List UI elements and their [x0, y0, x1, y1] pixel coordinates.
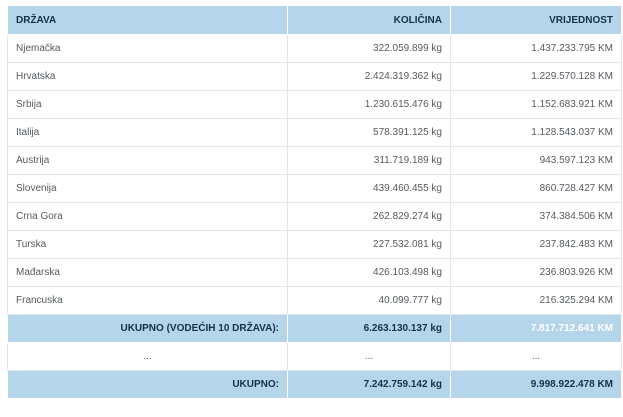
- total-quantity: 7.242.759.142 kg: [287, 370, 451, 399]
- cell-country: Mađarska: [7, 258, 288, 287]
- header-country[interactable]: DRŽAVA: [7, 5, 288, 35]
- cell-country: Srbija: [7, 90, 288, 119]
- cell-country: Turska: [7, 230, 288, 259]
- ellipsis-cell: ...: [7, 342, 288, 371]
- header-row: DRŽAVA KOLIČINA VRIJEDNOST: [7, 5, 622, 35]
- subtotal-row: UKUPNO (VODEĆIH 10 DRŽAVA): 6.263.130.13…: [7, 314, 622, 343]
- cell-value: 237.842.483 KM: [450, 230, 622, 259]
- cell-quantity: 426.103.498 kg: [287, 258, 451, 287]
- cell-value: 1.437.233.795 KM: [450, 34, 622, 63]
- cell-value: 860.728.427 KM: [450, 174, 622, 203]
- cell-quantity: 40.099.777 kg: [287, 286, 451, 315]
- countries-trade-table: DRŽAVA KOLIČINA VRIJEDNOST Njemačka 322.…: [7, 5, 622, 399]
- cell-country: Francuska: [7, 286, 288, 315]
- cell-country: Hrvatska: [7, 62, 288, 91]
- cell-quantity: 2.424.319.362 kg: [287, 62, 451, 91]
- cell-quantity: 262.829.274 kg: [287, 202, 451, 231]
- cell-country: Austrija: [7, 146, 288, 175]
- table-row: Francuska 40.099.777 kg 216.325.294 KM: [7, 286, 622, 315]
- subtotal-value: 7.817.712.641 KM: [450, 314, 622, 343]
- cell-quantity: 439.460.455 kg: [287, 174, 451, 203]
- cell-value: 1.128.543.037 KM: [450, 118, 622, 147]
- total-row: UKUPNO: 7.242.759.142 kg 9.998.922.478 K…: [7, 370, 622, 399]
- subtotal-label: UKUPNO (VODEĆIH 10 DRŽAVA):: [7, 314, 288, 343]
- table-body: Njemačka 322.059.899 kg 1.437.233.795 KM…: [7, 34, 622, 399]
- cell-country: Slovenija: [7, 174, 288, 203]
- cell-country: Njemačka: [7, 34, 288, 63]
- table-row: Njemačka 322.059.899 kg 1.437.233.795 KM: [7, 34, 622, 63]
- table-row: Mađarska 426.103.498 kg 236.803.926 KM: [7, 258, 622, 287]
- cell-value: 216.325.294 KM: [450, 286, 622, 315]
- cell-value: 374.384.506 KM: [450, 202, 622, 231]
- table-header: DRŽAVA KOLIČINA VRIJEDNOST: [7, 5, 622, 35]
- cell-value: 1.229.570.128 KM: [450, 62, 622, 91]
- trade-table-container: DRŽAVA KOLIČINA VRIJEDNOST Njemačka 322.…: [7, 5, 622, 399]
- cell-country: Italija: [7, 118, 288, 147]
- header-value[interactable]: VRIJEDNOST: [450, 5, 622, 35]
- ellipsis-cell: ...: [287, 342, 451, 371]
- table-row: Hrvatska 2.424.319.362 kg 1.229.570.128 …: [7, 62, 622, 91]
- subtotal-quantity: 6.263.130.137 kg: [287, 314, 451, 343]
- ellipsis-row: ... ... ...: [7, 342, 622, 371]
- table-row: Austrija 311.719.189 kg 943.597.123 KM: [7, 146, 622, 175]
- cell-value: 943.597.123 KM: [450, 146, 622, 175]
- cell-quantity: 322.059.899 kg: [287, 34, 451, 63]
- total-value: 9.998.922.478 KM: [450, 370, 622, 399]
- total-label: UKUPNO:: [7, 370, 288, 399]
- table-row: Srbija 1.230.615.476 kg 1.152.683.921 KM: [7, 90, 622, 119]
- header-quantity[interactable]: KOLIČINA: [287, 5, 451, 35]
- cell-value: 236.803.926 KM: [450, 258, 622, 287]
- cell-quantity: 1.230.615.476 kg: [287, 90, 451, 119]
- cell-quantity: 311.719.189 kg: [287, 146, 451, 175]
- cell-value: 1.152.683.921 KM: [450, 90, 622, 119]
- table-row: Turska 227.532.081 kg 237.842.483 KM: [7, 230, 622, 259]
- table-row: Italija 578.391.125 kg 1.128.543.037 KM: [7, 118, 622, 147]
- table-row: Crna Gora 262.829.274 kg 374.384.506 KM: [7, 202, 622, 231]
- cell-quantity: 578.391.125 kg: [287, 118, 451, 147]
- cell-country: Crna Gora: [7, 202, 288, 231]
- ellipsis-cell: ...: [450, 342, 622, 371]
- table-row: Slovenija 439.460.455 kg 860.728.427 KM: [7, 174, 622, 203]
- cell-quantity: 227.532.081 kg: [287, 230, 451, 259]
